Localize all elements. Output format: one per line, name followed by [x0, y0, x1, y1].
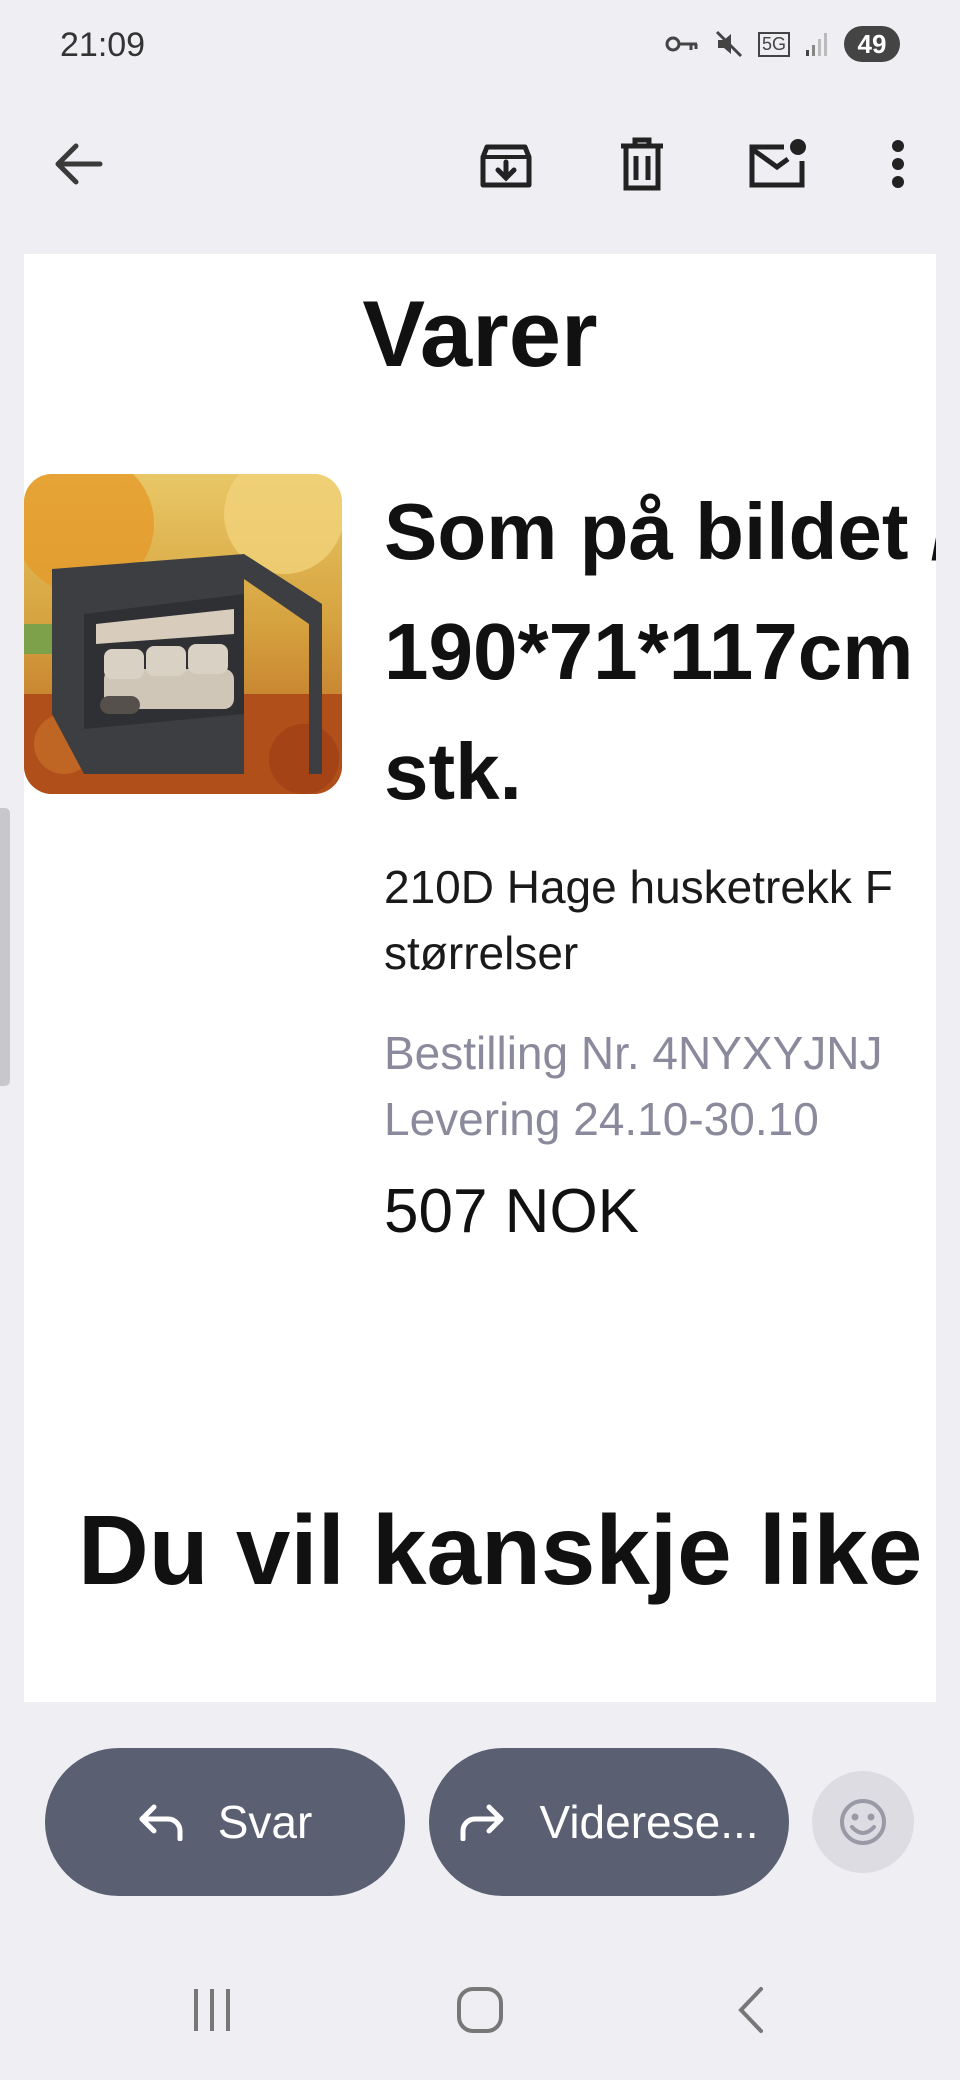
- product-title-line2: 190*71*117cm: [384, 607, 914, 696]
- mark-unread-icon: [749, 139, 806, 188]
- recent-apps-button[interactable]: [182, 1980, 242, 2040]
- forward-label: Viderese...: [539, 1796, 759, 1848]
- vpn-key-icon: [665, 36, 698, 52]
- nav-back-button[interactable]: [720, 1980, 780, 2040]
- scroll-indicator[interactable]: [0, 808, 10, 1086]
- delete-button[interactable]: [610, 132, 674, 196]
- product-desc-line2: størrelser: [384, 927, 579, 979]
- product-desc-line1: 210D Hage husketrekk F: [384, 861, 893, 913]
- section-title: Varer: [362, 281, 598, 386]
- forward-icon: [460, 1804, 504, 1841]
- emoji-reaction-button[interactable]: [812, 1771, 914, 1873]
- product-image[interactable]: [24, 474, 342, 794]
- product-title: Som på bildet / 190*71*117cm stk.: [384, 472, 936, 832]
- status-time: 21:09: [60, 26, 146, 64]
- product-price: 507 NOK: [384, 1177, 640, 1246]
- recent-apps-icon: [194, 1989, 230, 2031]
- emoji-icon: [840, 1799, 886, 1845]
- 5g-icon: 5G: [757, 31, 790, 57]
- signal-icon: [806, 33, 827, 56]
- back-arrow-icon: [55, 143, 103, 185]
- back-button[interactable]: [46, 132, 110, 196]
- home-icon: [457, 1987, 503, 2033]
- product-title-line1: Som på bildet /: [384, 487, 936, 576]
- status-icons: 5G 49: [664, 26, 900, 62]
- delivery-window: Levering 24.10-30.10: [384, 1093, 819, 1145]
- nav-back-icon: [738, 1987, 763, 2033]
- email-body: Varer Som på bildet / 190*71*117cm stk. …: [24, 254, 936, 1702]
- mark-unread-button[interactable]: [746, 132, 810, 196]
- forward-button[interactable]: Viderese...: [429, 1748, 789, 1896]
- archive-button[interactable]: [474, 132, 538, 196]
- order-number: Bestilling Nr. 4NYXYJNJ: [384, 1027, 883, 1079]
- system-nav-bar: [0, 1960, 960, 2060]
- archive-icon: [480, 144, 532, 188]
- product-title-line3: stk.: [384, 727, 522, 816]
- battery-icon: 49: [844, 26, 900, 62]
- order-info: Bestilling Nr. 4NYXYJNJ Levering 24.10-3…: [384, 1020, 883, 1152]
- reply-label: Svar: [217, 1796, 313, 1848]
- mute-icon: [715, 30, 743, 58]
- product-description: 210D Hage husketrekk F størrelser: [384, 854, 893, 986]
- reply-button[interactable]: Svar: [45, 1748, 405, 1896]
- suggestions-title: Du vil kanskje like d: [78, 1495, 936, 1605]
- more-options-button[interactable]: [866, 132, 930, 196]
- delete-icon: [621, 137, 663, 191]
- reply-icon: [139, 1804, 183, 1841]
- status-bar: 21:09 5G 49: [0, 0, 960, 95]
- email-toolbar: [0, 110, 960, 220]
- more-vert-icon: [892, 140, 904, 188]
- home-button[interactable]: [450, 1980, 510, 2040]
